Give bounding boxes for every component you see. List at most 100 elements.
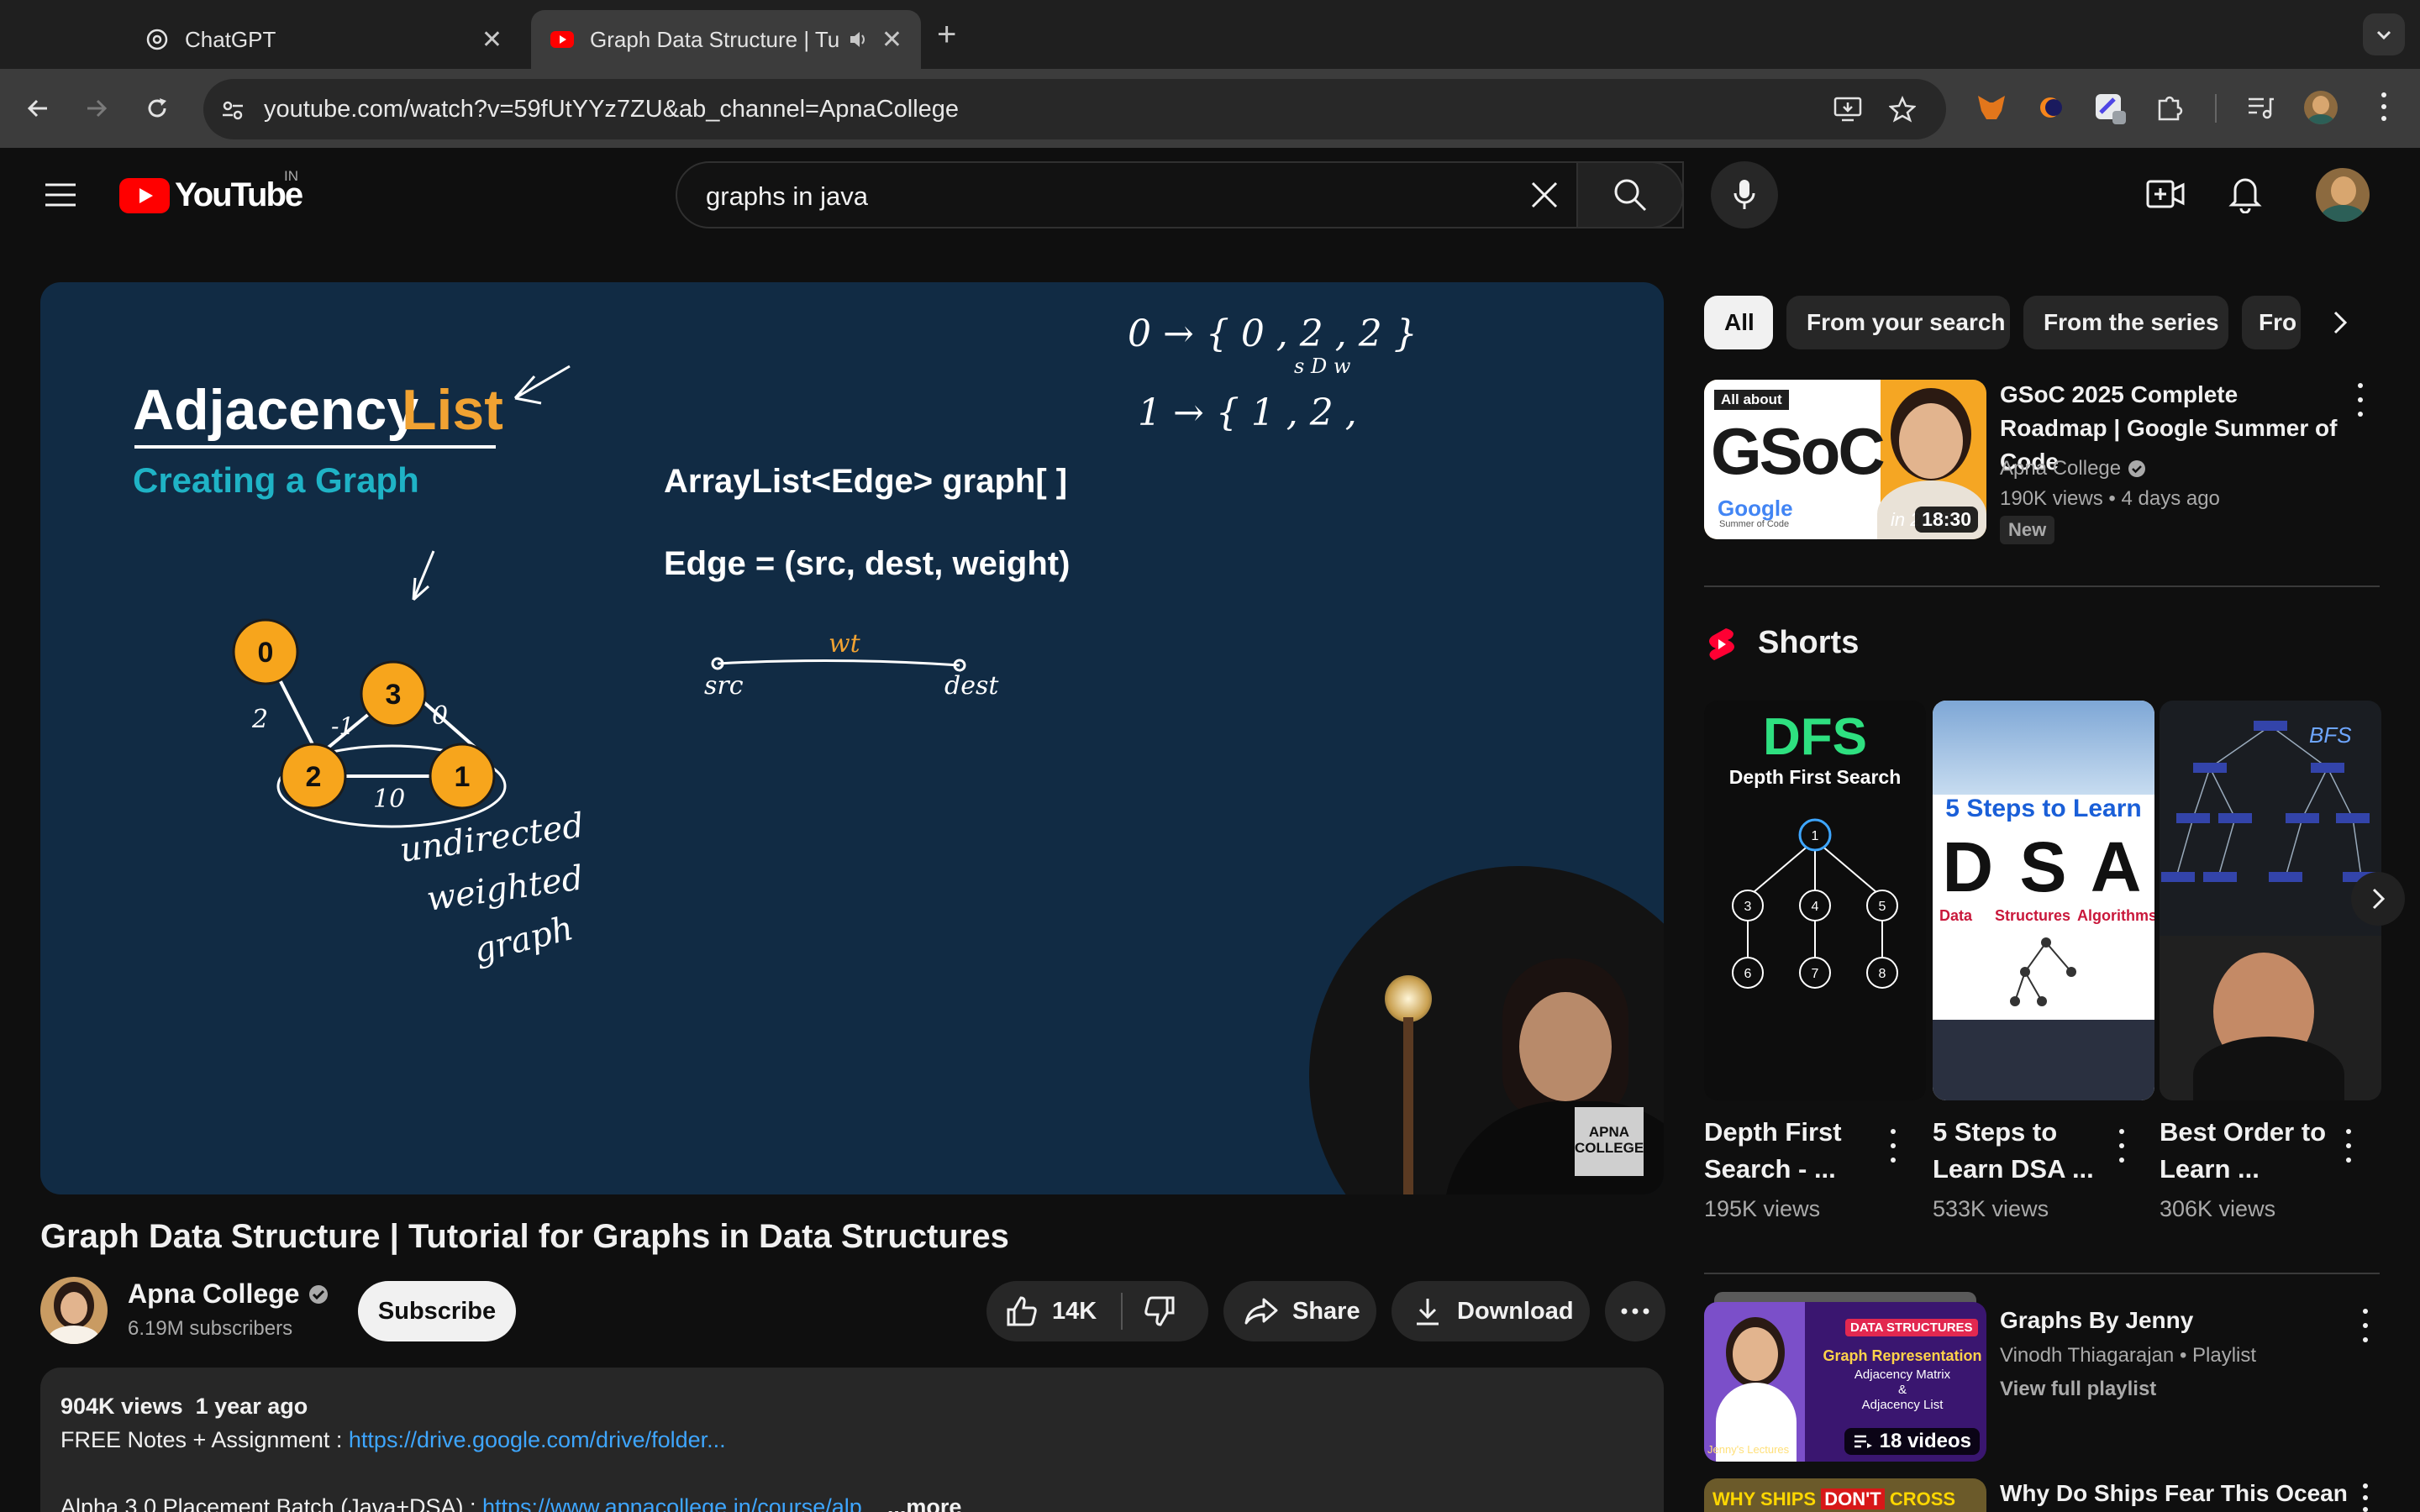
short-title[interactable]: Depth First Search - ...: [1704, 1114, 1881, 1188]
bookmark-star-icon[interactable]: [1889, 96, 1916, 123]
svg-text:7: 7: [1812, 967, 1819, 981]
reload-button[interactable]: [138, 89, 176, 128]
chevron-right-icon[interactable]: [2328, 307, 2353, 338]
puzzle-extensions-icon[interactable]: [2154, 92, 2185, 123]
playlist-thumbnail[interactable]: Jenny's Lectures DATA STRUCTURES Graph R…: [1704, 1302, 1986, 1462]
playlist-menu-icon[interactable]: [2360, 1309, 2371, 1342]
country-code: IN: [284, 168, 298, 184]
graph-node: 3: [360, 660, 427, 727]
description-text: Alpha 3.0 Placement Batch (Java+DSA) :: [60, 1494, 483, 1512]
site-settings-icon[interactable]: [220, 97, 245, 123]
search-input[interactable]: graphs in java: [676, 161, 1684, 228]
media-control-icon[interactable]: [2245, 92, 2275, 123]
share-button[interactable]: Share: [1223, 1281, 1376, 1341]
speaker-icon[interactable]: [848, 29, 870, 50]
shorts-next-button[interactable]: [2351, 872, 2405, 926]
search-button[interactable]: [1576, 161, 1684, 228]
youtube-logo[interactable]: YouTube: [119, 176, 303, 214]
tab-chatgpt[interactable]: ChatGPT ✕: [126, 10, 521, 69]
short-menu-icon[interactable]: [2343, 1129, 2354, 1163]
channel-name[interactable]: Apna College: [128, 1278, 329, 1310]
chevron-down-icon: [2376, 30, 2391, 40]
video-menu-icon[interactable]: [2354, 383, 2366, 417]
playlist-type: Playlist: [2192, 1344, 2257, 1367]
description-box[interactable]: 904K views 1 year ago FREE Notes + Assig…: [40, 1368, 1664, 1512]
svg-text:1: 1: [455, 761, 471, 793]
short-thumbnail[interactable]: DFS Depth First Search 1 3 4 5 6 7 8: [1704, 701, 1926, 1100]
subscribe-button[interactable]: Subscribe: [358, 1281, 516, 1341]
like-button[interactable]: 14K: [986, 1294, 1121, 1328]
chatgpt-icon: [146, 29, 168, 50]
recommended-thumbnail[interactable]: All about GSoC Google Summer of Code in …: [1704, 380, 1986, 539]
clear-search-icon[interactable]: [1528, 178, 1561, 212]
dislike-button[interactable]: [1123, 1294, 1176, 1328]
voice-search-button[interactable]: [1711, 161, 1778, 228]
short-thumbnail[interactable]: 5 Steps to Learn D S A Data Structures A…: [1933, 701, 2154, 1100]
short-menu-icon[interactable]: [1887, 1129, 1899, 1163]
edge-sketch-line: [717, 659, 960, 667]
extension-icon[interactable]: [2092, 91, 2129, 128]
playlist-title[interactable]: Graphs By Jenny: [2000, 1304, 2336, 1337]
close-tab-icon[interactable]: ✕: [481, 25, 502, 55]
tab-youtube[interactable]: Graph Data Structure | Tut ✕: [531, 10, 921, 69]
install-app-icon[interactable]: [1833, 96, 1862, 123]
channel-avatar[interactable]: [40, 1277, 108, 1344]
short-menu-icon[interactable]: [2116, 1129, 2128, 1163]
account-avatar[interactable]: [2316, 168, 2370, 222]
next-video-title[interactable]: Why Do Ships Fear This Ocean: [2000, 1477, 2353, 1510]
board-edge-definition: Edge = (src, dest, weight): [664, 545, 1070, 582]
browser-menu-icon[interactable]: [2378, 92, 2390, 121]
thumb-label: Graph Representation: [1823, 1347, 1982, 1364]
video-player[interactable]: Adjacency List Creating a Graph ArrayLis…: [40, 282, 1664, 1194]
share-label: Share: [1292, 1297, 1360, 1325]
recommended-channel[interactable]: Apna College: [2000, 454, 2146, 484]
description-text: FREE Notes + Assignment :: [60, 1427, 349, 1452]
address-bar[interactable]: youtube.com/watch?v=59fUtYYz7ZU&ab_chann…: [203, 79, 1946, 139]
profile-avatar[interactable]: [2304, 91, 2338, 124]
notifications-bell-icon[interactable]: [2228, 173, 2262, 213]
notes-link[interactable]: https://drive.google.com/drive/folder...: [349, 1427, 726, 1452]
thumb-label: Data: [1939, 907, 1973, 924]
next-video-thumbnail[interactable]: WHY SHIPS DON'T CROSS: [1704, 1478, 1986, 1512]
section-divider: [1704, 585, 2380, 587]
edge-dest-label: dest: [944, 671, 999, 701]
chip-from-the-series[interactable]: From the series: [2023, 296, 2228, 349]
thumb-label: Depth First Search: [1728, 766, 1902, 788]
tab-title: Graph Data Structure | Tut: [590, 26, 839, 52]
new-tab-button[interactable]: +: [937, 15, 956, 54]
section-divider: [1704, 1273, 2380, 1274]
thumb-label: DATA STRUCTURES: [1845, 1319, 1978, 1336]
create-video-icon[interactable]: [2146, 176, 2185, 212]
show-more-link[interactable]: ...more: [887, 1494, 962, 1512]
short-title[interactable]: Best Order to Learn ...: [2160, 1114, 2336, 1188]
forward-button[interactable]: [77, 89, 116, 128]
back-button[interactable]: [18, 89, 57, 128]
playlist-count-badge: 18 videos: [1844, 1428, 1980, 1455]
view-full-playlist-link[interactable]: View full playlist: [2000, 1374, 2156, 1404]
metamask-extension-icon[interactable]: [1975, 91, 2008, 124]
short-title[interactable]: 5 Steps to Learn DSA ...: [1933, 1114, 2109, 1188]
chip-truncated[interactable]: Fro: [2242, 296, 2301, 349]
download-button[interactable]: Download: [1392, 1281, 1590, 1341]
microphone-icon: [1733, 180, 1755, 209]
arrow-left-icon: [27, 99, 47, 118]
arrow-annotation: [412, 550, 435, 601]
playlist-owner[interactable]: Vinodh Thiagarajan: [2000, 1344, 2174, 1367]
tab-search-button[interactable]: [2363, 13, 2405, 55]
more-actions-button[interactable]: [1605, 1281, 1665, 1341]
like-count: 14K: [1052, 1297, 1097, 1325]
close-tab-icon[interactable]: ✕: [881, 25, 902, 55]
chip-from-your-search[interactable]: From your search: [1786, 296, 2010, 349]
search-query-text: graphs in java: [706, 181, 869, 211]
thumb-label: Jenny's Lectures: [1707, 1443, 1790, 1456]
short-thumbnail[interactable]: BFS: [2160, 701, 2381, 1100]
edge-weight: -1: [331, 712, 354, 740]
download-icon: [1417, 1299, 1439, 1326]
hamburger-menu-icon[interactable]: [44, 181, 77, 208]
more-horizontal-icon: [1621, 1308, 1649, 1315]
video-menu-icon[interactable]: [2360, 1483, 2371, 1512]
course-link[interactable]: https://www.apnacollege.in/course/alp...: [482, 1494, 881, 1512]
svg-text:1: 1: [1812, 829, 1819, 843]
extension-icon[interactable]: [2033, 91, 2067, 124]
chip-all[interactable]: All: [1704, 296, 1773, 349]
